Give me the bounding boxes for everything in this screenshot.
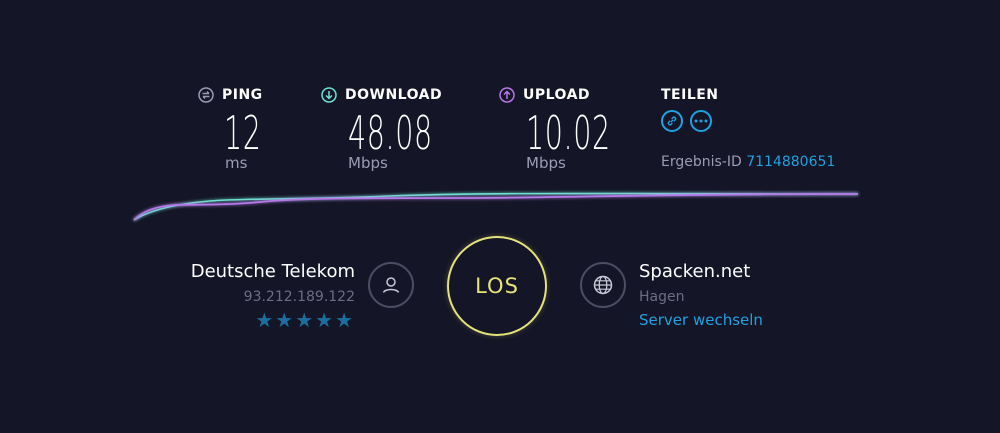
result-id: Ergebnis-ID 7114880651 xyxy=(661,154,835,170)
speed-graph xyxy=(133,192,859,221)
isp-name: Deutsche Telekom xyxy=(190,261,355,282)
upload-label: UPLOAD xyxy=(523,87,591,103)
share-more-button[interactable] xyxy=(690,110,712,132)
change-server-link[interactable]: Server wechseln xyxy=(639,311,763,329)
isp-user-button[interactable] xyxy=(368,262,414,308)
globe-icon xyxy=(593,275,613,295)
ping-unit: ms xyxy=(225,154,248,172)
ping-icon xyxy=(198,87,214,103)
server-globe-button[interactable] xyxy=(580,262,626,308)
upload-value: 10.02 xyxy=(526,106,611,160)
go-button-label: LOS xyxy=(475,274,519,298)
isp-rating-stars[interactable]: ★★★★★ xyxy=(255,308,355,332)
ping-value: 12 xyxy=(224,106,262,160)
server-name: Spacken.net xyxy=(639,261,751,282)
server-location: Hagen xyxy=(639,289,685,305)
link-icon xyxy=(667,116,677,126)
share-header: TEILEN xyxy=(661,87,719,103)
result-id-label: Ergebnis-ID xyxy=(661,154,742,170)
download-unit: Mbps xyxy=(348,154,388,172)
speedtest-result-page: PING 12 ms DOWNLOAD 48.08 Mbps UPLOAD 10… xyxy=(0,0,1000,433)
download-header: DOWNLOAD xyxy=(321,87,442,103)
download-label: DOWNLOAD xyxy=(345,87,443,103)
ping-label: PING xyxy=(222,87,263,103)
more-icon xyxy=(694,119,708,123)
go-button[interactable]: LOS xyxy=(447,236,547,336)
upload-arrow-icon xyxy=(499,87,515,103)
download-arrow-icon xyxy=(321,87,337,103)
upload-curve xyxy=(133,193,859,221)
ping-header: PING xyxy=(198,87,263,103)
isp-ip-address: 93.212.189.122 xyxy=(243,289,355,305)
share-link-button[interactable] xyxy=(661,110,683,132)
user-icon xyxy=(382,277,400,293)
upload-header: UPLOAD xyxy=(499,87,590,103)
upload-unit: Mbps xyxy=(526,154,566,172)
download-value: 48.08 xyxy=(348,106,433,160)
result-id-link[interactable]: 7114880651 xyxy=(746,154,835,170)
